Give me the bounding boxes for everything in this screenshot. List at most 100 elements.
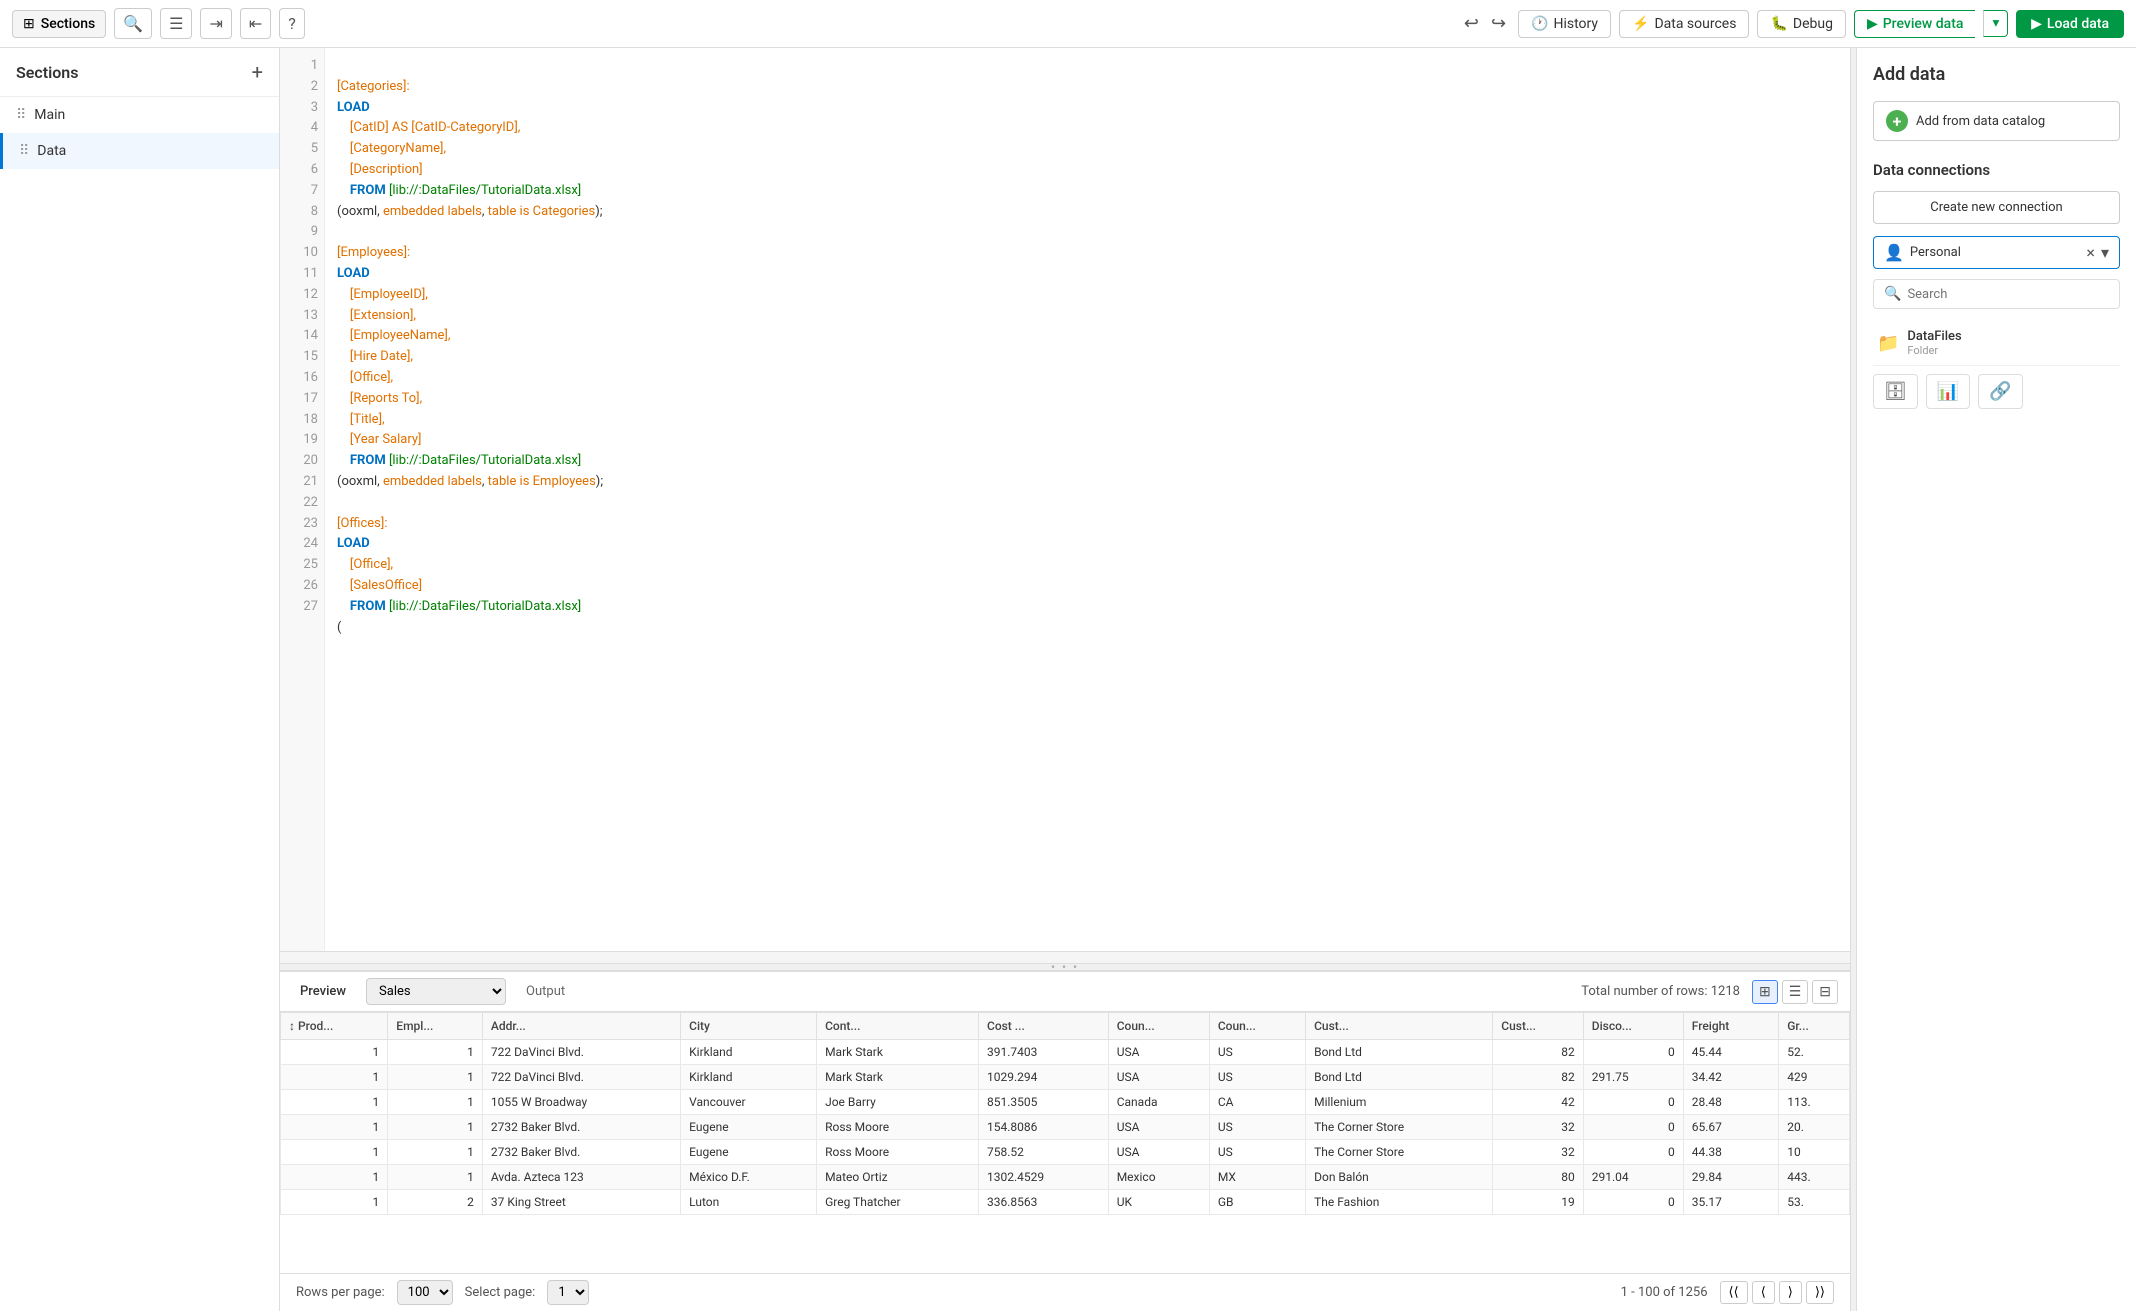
sidebar-item-data[interactable]: ⠿ Data 🗑 (0, 133, 279, 169)
debug-button[interactable]: 🐛 Debug (1757, 10, 1846, 38)
col-header-addr[interactable]: Addr... (482, 1013, 680, 1040)
col-header-coun1[interactable]: Coun... (1108, 1013, 1209, 1040)
list-view-button[interactable]: ☰ (1782, 980, 1809, 1004)
rows-per-page-select[interactable]: 100 50 200 (397, 1280, 453, 1305)
table-cell: 1 (281, 1115, 388, 1140)
table-cell: GB (1209, 1190, 1305, 1215)
table-select[interactable]: Sales (366, 978, 506, 1005)
indent-button[interactable]: ⇥ (200, 8, 231, 39)
preview-dropdown-button[interactable]: ▾ (1983, 10, 2008, 37)
table-cell: US (1209, 1140, 1305, 1165)
table-cell: UK (1108, 1190, 1209, 1215)
select-page-select[interactable]: 1 2 (547, 1280, 589, 1305)
search-input[interactable] (1907, 287, 2109, 302)
outdent-button[interactable]: ⇤ (240, 8, 271, 39)
table-row: 112732 Baker Blvd.EugeneRoss Moore154.80… (281, 1115, 1850, 1140)
table-cell: 113. (1779, 1090, 1850, 1115)
table-cell: 37 King Street (482, 1190, 680, 1215)
toggle-sidebar-button[interactable]: ☰ (160, 8, 192, 39)
search-box: 🔍 (1873, 279, 2120, 309)
col-header-disco[interactable]: Disco... (1583, 1013, 1683, 1040)
table-cell: US (1209, 1065, 1305, 1090)
data-table-container[interactable]: ↕ Prod... Empl... Addr... City Cont... C… (280, 1012, 1850, 1273)
scope-arrow-button[interactable]: ▾ (2101, 243, 2109, 262)
bottom-panel: Preview Sales Output Total number of row… (280, 971, 1850, 1311)
create-connection-button[interactable]: Create new connection (1873, 191, 2120, 224)
output-tab-button[interactable]: Output (518, 980, 573, 1003)
col-header-cust2[interactable]: Cust... (1493, 1013, 1583, 1040)
next-page-button[interactable]: ⟩ (1779, 1281, 1802, 1304)
col-header-coun2[interactable]: Coun... (1209, 1013, 1305, 1040)
debug-icon: 🐛 (1770, 16, 1787, 32)
history-button[interactable]: 🕐 History (1518, 10, 1611, 38)
grid-view-button[interactable]: ⊞ (1752, 980, 1778, 1004)
load-data-button[interactable]: ▶ Load data (2016, 10, 2124, 38)
prev-page-button[interactable]: ⟨ (1752, 1281, 1775, 1304)
table-cell: 32 (1493, 1115, 1583, 1140)
table-cell: México D.F. (681, 1165, 817, 1190)
table-cell: 10 (1779, 1140, 1850, 1165)
col-header-cost[interactable]: Cost ... (978, 1013, 1108, 1040)
table-cell: Mexico (1108, 1165, 1209, 1190)
conn-icon-btn-3[interactable]: 🔗 (1978, 374, 2022, 409)
scope-icon: 👤 (1884, 243, 1904, 262)
table-row: 11722 DaVinci Blvd.KirklandMark Stark391… (281, 1040, 1850, 1065)
col-header-empl[interactable]: Empl... (388, 1013, 483, 1040)
toolbar-left: ⊞ Sections 🔍 ☰ ⇥ ⇤ ? (12, 8, 1452, 39)
table-cell: 291.04 (1583, 1165, 1683, 1190)
top-toolbar: ⊞ Sections 🔍 ☰ ⇥ ⇤ ? ↩ ↪ 🕐 History ⚡ Dat… (0, 0, 2136, 48)
table-cell: Luton (681, 1190, 817, 1215)
redo-button[interactable]: ↪ (1487, 9, 1510, 38)
table-cell: Millenium (1306, 1090, 1493, 1115)
table-cell: 758.52 (978, 1140, 1108, 1165)
table-cell: 32 (1493, 1140, 1583, 1165)
table-cell: 336.8563 (978, 1190, 1108, 1215)
col-header-cust1[interactable]: Cust... (1306, 1013, 1493, 1040)
col-header-gr[interactable]: Gr... (1779, 1013, 1850, 1040)
col-header-freight[interactable]: Freight (1683, 1013, 1778, 1040)
folder-item-datafiles[interactable]: 📁 DataFiles Folder (1873, 321, 2120, 366)
tile-view-button[interactable]: ⊟ (1812, 980, 1838, 1004)
table-cell: Greg Thatcher (817, 1190, 979, 1215)
right-panel: Add data + Add from data catalog Data co… (1856, 48, 2136, 1311)
table-cell: USA (1108, 1040, 1209, 1065)
conn-icon-btn-1[interactable]: 🗄 (1873, 374, 1918, 409)
sections-btn-label: Sections (41, 16, 95, 32)
table-cell: 0 (1583, 1090, 1683, 1115)
table-cell: 0 (1583, 1140, 1683, 1165)
table-cell: Kirkland (681, 1065, 817, 1090)
table-cell: 1 (388, 1115, 483, 1140)
code-content[interactable]: [Categories]: LOAD [CatID] AS [CatID-Cat… (325, 48, 1850, 951)
help-button[interactable]: ? (279, 8, 305, 39)
datasources-button[interactable]: ⚡ Data sources (1619, 10, 1749, 38)
table-cell: 2732 Baker Blvd. (482, 1115, 680, 1140)
search-toolbar-button[interactable]: 🔍 (114, 8, 152, 39)
scope-clear-button[interactable]: × (2086, 243, 2095, 262)
editor-area[interactable]: 12345 678910 1112131415 1617181920 21222… (280, 48, 1850, 951)
add-catalog-button[interactable]: + Add from data catalog (1873, 101, 2120, 141)
sidebar-item-main[interactable]: ⠿ Main (0, 97, 279, 133)
preview-tab-button[interactable]: Preview (292, 980, 354, 1003)
sections-button[interactable]: ⊞ Sections (12, 10, 106, 38)
table-cell: 722 DaVinci Blvd. (482, 1065, 680, 1090)
col-header-prod[interactable]: ↕ Prod... (281, 1013, 388, 1040)
resize-handle[interactable]: • • • (280, 963, 1850, 971)
undo-button[interactable]: ↩ (1460, 9, 1483, 38)
table-cell: 2732 Baker Blvd. (482, 1140, 680, 1165)
table-cell: 1 (388, 1140, 483, 1165)
table-cell: 1 (281, 1090, 388, 1115)
add-section-button[interactable]: + (252, 60, 263, 84)
preview-data-button[interactable]: ▶ Preview data (1854, 10, 1975, 38)
first-page-button[interactable]: ⟨⟨ (1720, 1281, 1748, 1304)
table-cell: 82 (1493, 1040, 1583, 1065)
table-row: 11722 DaVinci Blvd.KirklandMark Stark102… (281, 1065, 1850, 1090)
main-layout: Sections + ⠿ Main ⠿ Data 🗑 12345 678910 … (0, 48, 2136, 1311)
table-cell: 154.8086 (978, 1115, 1108, 1140)
last-page-button[interactable]: ⟩⟩ (1806, 1281, 1834, 1304)
col-header-cont[interactable]: Cont... (817, 1013, 979, 1040)
table-cell: 1 (281, 1190, 388, 1215)
table-cell: 1 (388, 1040, 483, 1065)
sidebar-item-label: Main (34, 107, 263, 123)
col-header-city[interactable]: City (681, 1013, 817, 1040)
conn-icon-btn-2[interactable]: 📊 (1926, 374, 1970, 409)
